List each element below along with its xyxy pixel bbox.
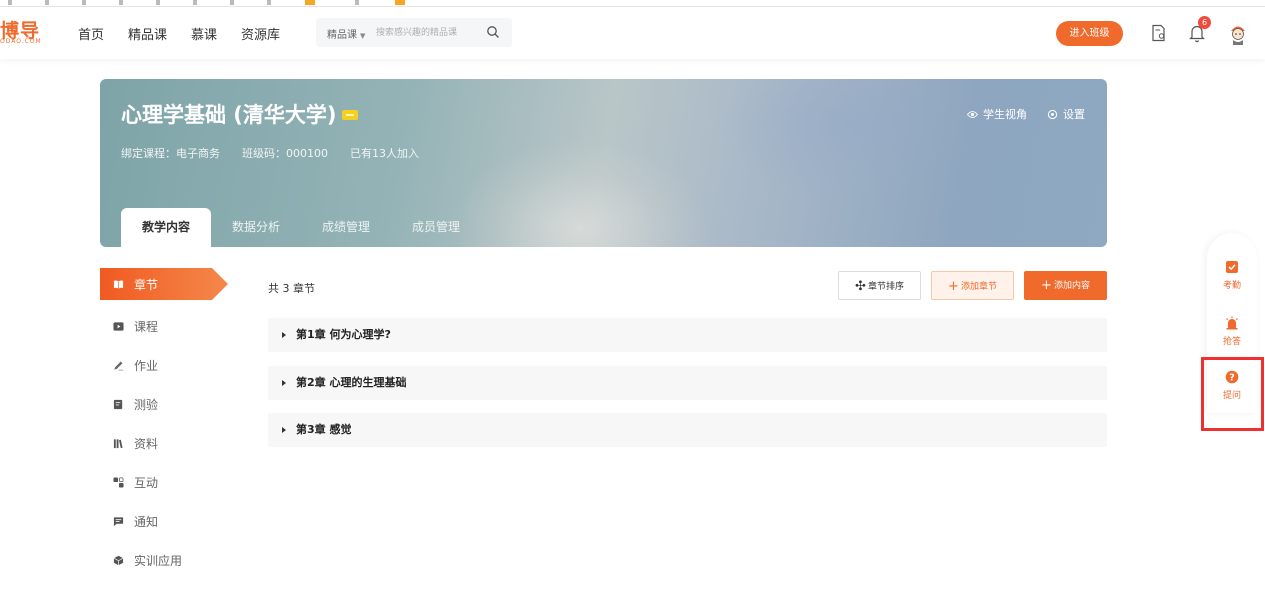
checkbox-icon: [1226, 261, 1238, 273]
document-search-icon[interactable]: [1151, 24, 1167, 42]
chapter-title: 第1章 何为心理学?: [296, 328, 391, 341]
quick-answer-label: 抢答: [1222, 337, 1241, 347]
course-tabs: 教学内容 数据分析 成绩管理 成员管理: [121, 208, 481, 247]
class-code: 班级码：000100: [242, 147, 328, 160]
attendance-label: 考勤: [1222, 281, 1241, 291]
plus-icon: +: [1041, 278, 1052, 293]
student-view-label: 学生视角: [983, 108, 1027, 121]
caret-right-icon[interactable]: [282, 380, 286, 386]
logo-subtext: ODAO.COM: [0, 38, 42, 45]
sidebar-item-chapters[interactable]: 章节: [100, 268, 228, 300]
sidebar-item-label: 资料: [134, 437, 159, 451]
joined-count: 已有13人加入: [350, 147, 419, 160]
video-icon: [113, 322, 124, 331]
cube-icon: [113, 555, 124, 566]
eye-icon: [967, 110, 978, 118]
user-avatar[interactable]: [1228, 21, 1248, 45]
chevron-down-icon: ▼: [360, 32, 366, 40]
sidebar-item-interaction[interactable]: 互动: [100, 463, 228, 502]
search-box: 精品课 ▼: [316, 18, 512, 47]
nav-premium-course[interactable]: 精品课: [128, 24, 167, 43]
sort-chapters-button[interactable]: ✣ 章节排序: [838, 271, 921, 300]
quiz-icon: [113, 399, 123, 410]
chapter-title: 第3章 感觉: [296, 423, 352, 436]
sidebar-item-label: 实训应用: [134, 554, 183, 568]
book-icon: [113, 279, 124, 289]
sidebar-item-quiz[interactable]: 测验: [100, 385, 228, 424]
sidebar-item-label: 章节: [134, 277, 159, 292]
content-sidebar: 章节 课程 作业 测验 资料 互动 通知 实训应用: [100, 268, 228, 580]
quick-answer-button[interactable]: 抢答: [1207, 316, 1257, 347]
sidebar-item-homework[interactable]: 作业: [100, 346, 228, 385]
add-chapter-button[interactable]: + 添加章节: [931, 271, 1014, 300]
browser-bookmark-strip: [0, 0, 1265, 7]
sort-chapters-label: 章节排序: [867, 282, 904, 292]
tab-member-management[interactable]: 成员管理: [391, 208, 481, 247]
nav-home[interactable]: 首页: [78, 24, 104, 43]
notification-badge: 6: [1198, 16, 1211, 29]
library-icon: [113, 439, 123, 449]
search-category-select[interactable]: 精品课 ▼: [327, 26, 365, 41]
tab-teaching-content[interactable]: 教学内容: [121, 208, 212, 247]
bound-course: 绑定课程：电子商务: [121, 147, 220, 160]
caret-right-icon[interactable]: [282, 332, 286, 338]
chapter-count: 共 3 章节: [268, 282, 315, 295]
course-banner: 心理学基础 (清华大学) 绑定课程：电子商务 班级码：000100 已有13人加…: [100, 79, 1107, 247]
add-content-label: 添加内容: [1053, 281, 1090, 291]
highlight-box: [1201, 357, 1264, 431]
nav-resource-library[interactable]: 资源库: [241, 24, 280, 43]
sidebar-item-label: 课程: [134, 320, 159, 334]
chapter-row[interactable]: 第3章 感觉: [268, 413, 1107, 447]
sidebar-item-label: 通知: [134, 515, 159, 529]
plus-icon: +: [948, 279, 959, 294]
message-icon: [113, 517, 124, 527]
chapter-title: 第2章 心理的生理基础: [296, 376, 407, 389]
search-input[interactable]: [376, 24, 476, 41]
course-title: 心理学基础 (清华大学): [121, 103, 337, 127]
sidebar-item-courses[interactable]: 课程: [100, 307, 228, 346]
student-view-button[interactable]: 学生视角: [967, 106, 1027, 122]
caret-right-icon[interactable]: [282, 427, 286, 433]
main-nav: 首页 精品课 慕课 资源库: [78, 24, 280, 43]
settings-label: 设置: [1063, 108, 1085, 121]
search-icon[interactable]: [486, 25, 500, 39]
gear-icon: [1047, 109, 1058, 119]
sidebar-item-practical-apps[interactable]: 实训应用: [100, 541, 228, 580]
interact-icon: [113, 477, 124, 488]
banner-actions: 学生视角 设置: [967, 106, 1085, 122]
top-header: 博导 ODAO.COM 首页 精品课 慕课 资源库 精品课▼ 进入班级 6: [0, 7, 1265, 59]
pen-icon: [114, 361, 124, 371]
attendance-button[interactable]: 考勤: [1207, 260, 1257, 291]
chapter-row[interactable]: 第1章 何为心理学?: [268, 318, 1107, 352]
sidebar-item-label: 互动: [134, 476, 159, 490]
chapter-row[interactable]: 第2章 心理的生理基础: [268, 366, 1107, 400]
sidebar-item-notices[interactable]: 通知: [100, 502, 228, 541]
site-logo[interactable]: 博导 ODAO.COM: [0, 16, 50, 46]
alarm-icon: [1226, 316, 1238, 330]
tab-grade-management[interactable]: 成绩管理: [301, 208, 391, 247]
tab-data-analysis[interactable]: 数据分析: [211, 208, 301, 247]
sidebar-item-label: 测验: [134, 398, 159, 412]
add-chapter-label: 添加章节: [960, 282, 997, 292]
nav-mooc[interactable]: 慕课: [191, 24, 217, 43]
search-category-label: 精品课: [327, 30, 357, 41]
enter-class-button[interactable]: 进入班级: [1056, 21, 1123, 46]
sidebar-item-materials[interactable]: 资料: [100, 424, 228, 463]
add-content-button[interactable]: + 添加内容: [1024, 271, 1107, 300]
course-meta: 绑定课程：电子商务 班级码：000100 已有13人加入: [121, 145, 419, 161]
move-icon: ✣: [855, 279, 866, 294]
settings-button[interactable]: 设置: [1047, 106, 1085, 122]
course-tag-icon: [342, 110, 358, 120]
sidebar-item-label: 作业: [134, 359, 159, 373]
